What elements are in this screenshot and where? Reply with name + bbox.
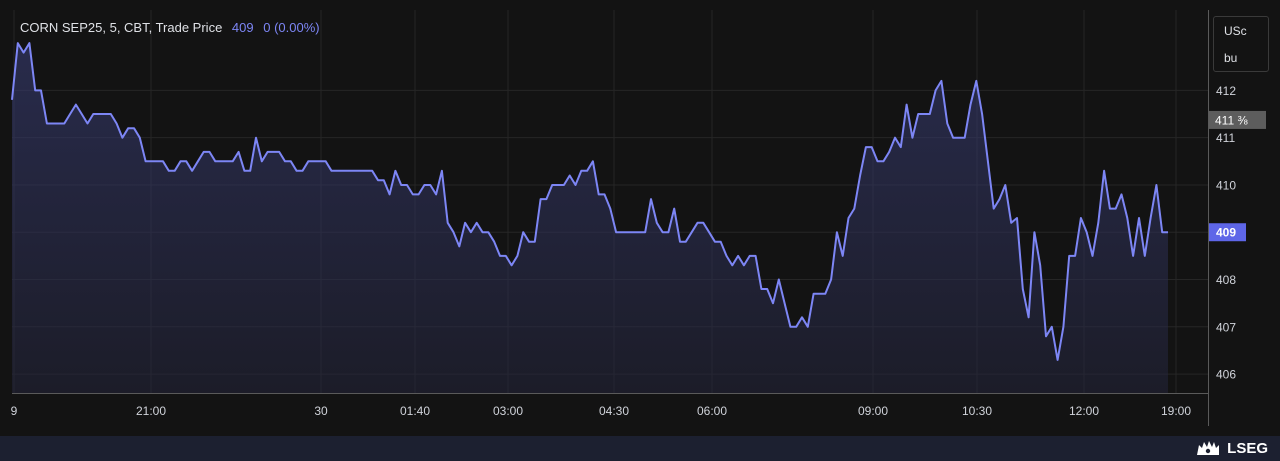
price-chart[interactable]: 406 407 408 409 410 411 412 9 21:00 30 01:40 03:00 0… — [0, 0, 1280, 436]
x-tick-label: 30 — [314, 404, 328, 418]
unit-currency: USc — [1224, 24, 1247, 38]
y-tick-label: 407 — [1216, 320, 1236, 334]
legend-last-price: 409 — [231, 20, 254, 35]
unit-measure: bu — [1224, 51, 1238, 65]
price-area — [12, 43, 1168, 393]
footer-bar — [0, 436, 1280, 461]
x-tick-label: 03:00 — [493, 404, 523, 418]
x-tick-label: 01:40 — [400, 404, 430, 418]
y-tick-label: 408 — [1216, 273, 1236, 287]
lseg-lion-icon — [1197, 441, 1220, 455]
x-tick-label: 09:00 — [858, 404, 888, 418]
x-tick-label: 9 — [11, 404, 18, 418]
x-tick-label: 21:00 — [136, 404, 166, 418]
x-tick-label: 04:30 — [599, 404, 629, 418]
x-tick-label: 12:00 — [1069, 404, 1099, 418]
y-tick-label: 410 — [1216, 178, 1236, 192]
high-price-label: 411 ⅜ — [1215, 113, 1248, 127]
chart-legend: CORN SEP25, 5, CBT, Trade Price 409 0 (0… — [20, 20, 320, 35]
legend-title: CORN SEP25, 5, CBT, Trade Price — [20, 20, 223, 35]
legend-change: 0 (0.00%) — [263, 20, 320, 35]
x-tick-label: 10:30 — [962, 404, 992, 418]
lseg-logo: LSEG — [1195, 437, 1268, 459]
lseg-wordmark: LSEG — [1227, 439, 1268, 457]
last-price-label: 409 — [1216, 226, 1236, 240]
x-tick-label: 19:00 — [1161, 404, 1191, 418]
unit-selector[interactable]: USc bu — [1213, 16, 1269, 72]
y-tick-label: 406 — [1216, 368, 1236, 382]
y-tick-label: 412 — [1216, 84, 1236, 98]
x-tick-label: 06:00 — [697, 404, 727, 418]
y-tick-label: 411 — [1216, 131, 1235, 145]
